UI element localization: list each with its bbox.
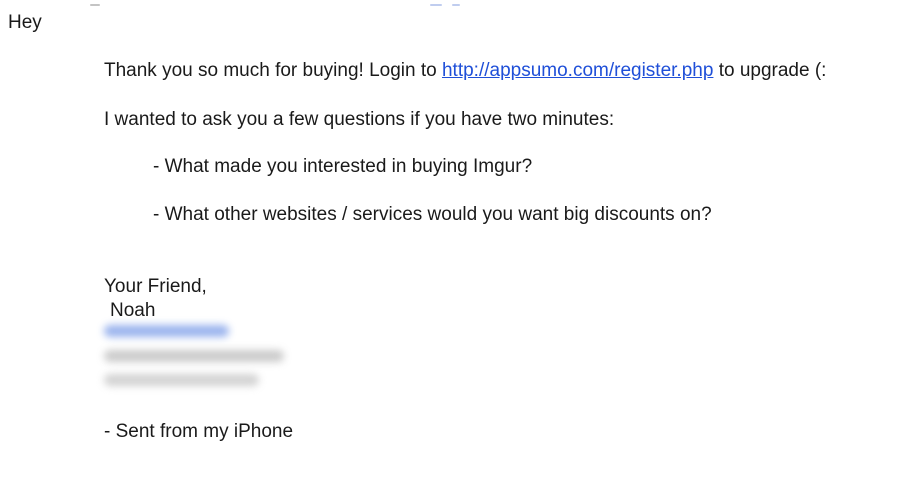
email-greeting: Hey (8, 12, 42, 33)
blurred-contact-line (104, 374, 259, 386)
cropped-mark (430, 4, 442, 6)
cropped-mark (452, 4, 460, 6)
cropped-mark (90, 4, 100, 6)
thanks-suffix: to upgrade (: (713, 60, 827, 81)
question-item: - What made you interested in buying Img… (153, 156, 533, 177)
sender-name: Noah (110, 300, 156, 321)
question-intro: I wanted to ask you a few questions if y… (104, 109, 615, 130)
blurred-contact-line (104, 350, 284, 362)
blurred-contact-info (104, 322, 294, 392)
cropped-header-artifacts (90, 0, 510, 10)
email-body: Hey Thank you so much for buying! Login … (0, 0, 915, 479)
question-item: - What other websites / services would y… (153, 204, 712, 225)
thanks-prefix: Thank you so much for buying! Login to (104, 60, 442, 81)
signoff: Your Friend, (104, 276, 207, 297)
sent-from-signature: - Sent from my iPhone (104, 421, 294, 442)
blurred-phone-line (104, 325, 229, 337)
register-link[interactable]: http://appsumo.com/register.php (442, 60, 713, 81)
thanks-line: Thank you so much for buying! Login to h… (104, 61, 826, 80)
